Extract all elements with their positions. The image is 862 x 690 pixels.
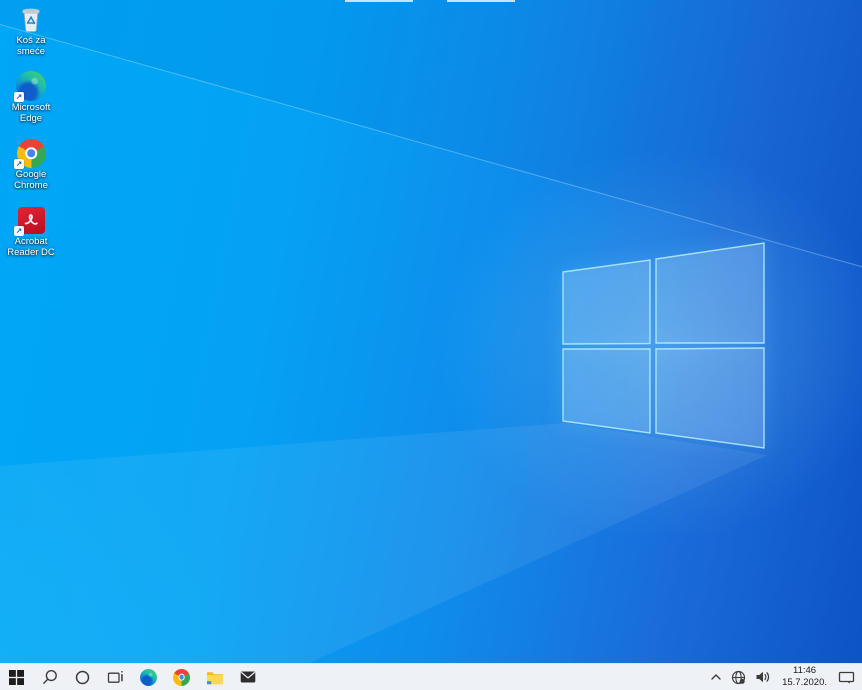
mail-button[interactable] xyxy=(231,664,264,690)
speaker-icon xyxy=(756,671,770,683)
edge-icon xyxy=(140,668,157,686)
action-center-button[interactable] xyxy=(835,664,858,690)
desktop-wallpaper xyxy=(0,0,862,690)
offscreen-window-edge[interactable] xyxy=(447,0,515,2)
task-view-button[interactable] xyxy=(99,664,132,690)
taskbar-chrome-button[interactable] xyxy=(165,664,198,690)
folder-icon xyxy=(206,671,223,684)
globe-network-icon xyxy=(731,670,746,684)
desktop-icon-label: Google Chrome xyxy=(14,169,48,192)
offscreen-window-edge[interactable] xyxy=(345,0,413,2)
search-button[interactable] xyxy=(33,664,66,690)
desktop-icon-acrobat-reader[interactable]: ↗ Acrobat Reader DC xyxy=(0,205,62,264)
cortana-button[interactable] xyxy=(66,664,99,690)
task-view-icon xyxy=(107,670,123,683)
clock-time: 11:46 xyxy=(793,665,817,677)
action-center-icon xyxy=(838,671,855,684)
desktop-icon-recycle-bin[interactable]: Koš za smeće xyxy=(0,4,62,63)
windows-desktop: Koš za smeće ↗ Microsoft Edge ↗ Google C… xyxy=(0,0,862,690)
chrome-icon-core xyxy=(178,673,185,681)
chrome-icon-core xyxy=(25,147,37,159)
windows-logo-icon xyxy=(9,669,24,685)
taskbar: 11:46 15.7.2020. xyxy=(0,663,862,690)
desktop-icon-column: Koš za smeće ↗ Microsoft Edge ↗ Google C… xyxy=(0,4,62,264)
taskbar-buttons xyxy=(0,664,264,690)
chevron-up-icon xyxy=(711,674,721,680)
desktop-icon-google-chrome[interactable]: ↗ Google Chrome xyxy=(0,138,62,197)
file-explorer-button[interactable] xyxy=(198,664,231,690)
network-button[interactable] xyxy=(728,664,749,690)
start-button[interactable] xyxy=(0,664,33,690)
shortcut-arrow-icon: ↗ xyxy=(14,159,24,169)
recycle-bin-icon xyxy=(22,8,40,32)
desktop-icon-label: Acrobat Reader DC xyxy=(7,236,55,259)
desktop-icon-microsoft-edge[interactable]: ↗ Microsoft Edge xyxy=(0,71,62,130)
volume-button[interactable] xyxy=(752,664,774,690)
hidden-icons-button[interactable] xyxy=(707,664,725,690)
desktop-icon-label: Microsoft Edge xyxy=(11,102,51,125)
shortcut-arrow-icon: ↗ xyxy=(14,92,24,102)
mail-icon xyxy=(240,671,255,683)
search-icon xyxy=(42,669,57,684)
taskbar-clock[interactable]: 11:46 15.7.2020. xyxy=(777,665,832,688)
system-tray: 11:46 15.7.2020. xyxy=(707,664,862,690)
chrome-icon xyxy=(173,668,190,686)
acrobat-loop-glyph xyxy=(24,214,38,225)
clock-date: 15.7.2020. xyxy=(782,677,827,688)
cortana-circle-icon xyxy=(75,670,90,684)
windows-logo-wallpaper xyxy=(562,242,765,449)
shortcut-arrow-icon: ↗ xyxy=(14,226,24,236)
desktop-icon-label: Koš za smeće xyxy=(16,35,46,58)
taskbar-edge-button[interactable] xyxy=(132,664,165,690)
